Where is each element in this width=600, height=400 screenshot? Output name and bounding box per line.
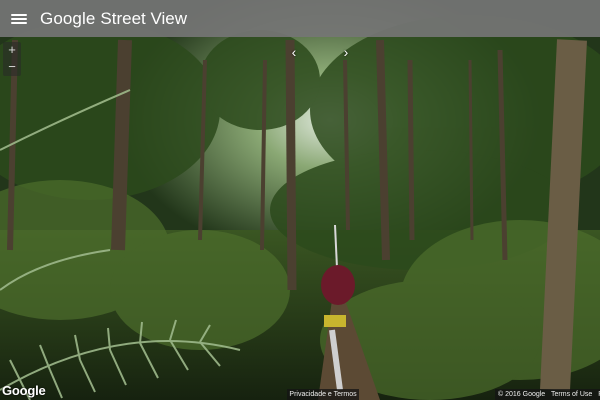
brand-google: Google bbox=[40, 8, 96, 28]
street-view-panorama[interactable] bbox=[0, 0, 600, 400]
zoom-out-button[interactable]: − bbox=[3, 59, 21, 76]
zoom-in-button[interactable]: + bbox=[3, 42, 21, 59]
next-arrow-icon[interactable]: › bbox=[340, 45, 352, 59]
attribution-bar: © 2016 Google Terms of Use Re bbox=[495, 389, 600, 400]
hamburger-menu-icon[interactable] bbox=[11, 12, 27, 26]
google-logo: Google bbox=[2, 383, 46, 398]
app-title: Google Street View bbox=[40, 9, 187, 29]
terms-of-use-link[interactable]: Terms of Use bbox=[551, 391, 592, 398]
copyright-text: © 2016 Google bbox=[498, 391, 546, 398]
brand-street-view: Street View bbox=[100, 8, 188, 28]
previous-arrow-icon[interactable]: ‹ bbox=[288, 45, 300, 59]
privacy-terms-link[interactable]: Privacidade e Termos bbox=[287, 389, 359, 400]
zoom-control: + − bbox=[3, 42, 21, 76]
top-app-bar: Google Street View bbox=[0, 0, 600, 37]
